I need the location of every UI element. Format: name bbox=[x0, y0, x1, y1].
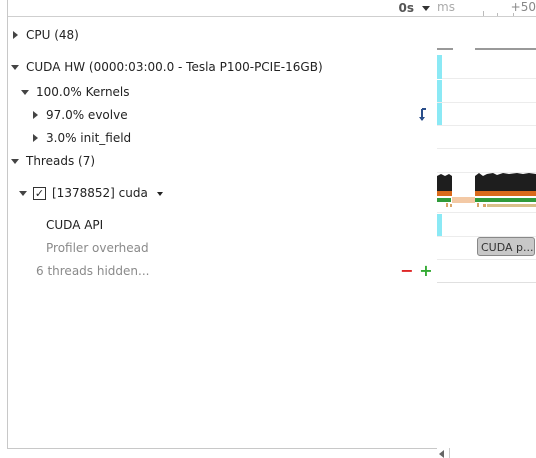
hide-thread-button[interactable]: − bbox=[400, 261, 414, 281]
nsight-systems-timeline-view: 0s CPU (48) CUDA HW (0000:03:00.0 - Tesl… bbox=[0, 0, 536, 458]
track-separator bbox=[437, 125, 536, 126]
tree-row-cuda-api[interactable]: CUDA API bbox=[8, 215, 438, 235]
tree-row-profiler-overhead[interactable]: Profiler overhead bbox=[8, 238, 438, 258]
cuda-hw-kernel-marker[interactable] bbox=[437, 55, 442, 79]
track-separator bbox=[437, 212, 536, 213]
timeline-track-area[interactable]: ms +50 CUDA p... bbox=[437, 0, 536, 448]
track-separator bbox=[437, 148, 536, 149]
time-origin-label: 0s bbox=[398, 1, 415, 15]
tree-row-kernels-label: 100.0% Kernels bbox=[36, 85, 130, 99]
jump-to-kernel-icon[interactable] bbox=[418, 105, 430, 125]
ruler-tick bbox=[483, 11, 484, 16]
tree-row-thread-cuda-label: [1378852] cuda bbox=[52, 186, 148, 200]
evolve-track-marker[interactable] bbox=[437, 103, 442, 125]
scrollbar-divider bbox=[449, 448, 450, 458]
thread-activity-graph[interactable] bbox=[437, 172, 536, 212]
caret-down-icon[interactable] bbox=[18, 183, 28, 203]
ruler-unit-label: ms bbox=[437, 0, 455, 14]
kernels-track-marker[interactable] bbox=[437, 80, 442, 102]
chevron-down-icon[interactable] bbox=[156, 183, 166, 203]
tree-row-threads-label: Threads (7) bbox=[26, 154, 96, 168]
tree-row-hidden-threads: 6 threads hidden... − + bbox=[8, 261, 438, 281]
tree-header: 0s bbox=[8, 0, 438, 17]
tree-row-cpu-label: CPU (48) bbox=[26, 28, 79, 42]
tree-row-cpu[interactable]: CPU (48) bbox=[8, 25, 438, 45]
tree-row-cuda-hw-label: CUDA HW (0000:03:00.0 - Tesla P100-PCIE-… bbox=[26, 60, 323, 74]
caret-right-icon[interactable] bbox=[10, 25, 20, 45]
track-separator bbox=[437, 78, 536, 79]
ruler-tick bbox=[497, 13, 498, 16]
tree-row-cuda-api-label: CUDA API bbox=[46, 218, 104, 232]
tree-row-evolve-label: 97.0% evolve bbox=[46, 108, 128, 122]
horizontal-scrollbar[interactable] bbox=[437, 448, 536, 458]
caret-down-icon[interactable] bbox=[20, 82, 30, 102]
timeline-tree-panel: 0s CPU (48) CUDA HW (0000:03:00.0 - Tesl… bbox=[7, 0, 438, 449]
scroll-left-arrow-icon[interactable] bbox=[439, 450, 444, 458]
track-separator bbox=[437, 259, 536, 260]
thread-visibility-checkbox[interactable]: ✓ bbox=[33, 187, 46, 200]
tree-row-profiler-overhead-label: Profiler overhead bbox=[46, 241, 149, 255]
time-format-dropdown-icon[interactable] bbox=[420, 0, 432, 16]
tree-row-cuda-hw[interactable]: CUDA HW (0000:03:00.0 - Tesla P100-PCIE-… bbox=[8, 57, 438, 77]
ruler-tick bbox=[513, 13, 514, 16]
cpu-track bbox=[437, 48, 536, 50]
tree-row-init-field-label: 3.0% init_field bbox=[46, 131, 132, 145]
caret-down-icon[interactable] bbox=[10, 151, 20, 171]
hidden-threads-label: 6 threads hidden... bbox=[36, 264, 150, 278]
track-separator bbox=[437, 282, 536, 283]
ruler-value-label: +50 bbox=[510, 0, 536, 14]
tree-row-thread-cuda[interactable]: ✓ [1378852] cuda bbox=[8, 183, 438, 203]
tree-row-kernels[interactable]: 100.0% Kernels bbox=[8, 82, 438, 102]
cuda-api-track-marker[interactable] bbox=[437, 214, 442, 236]
show-thread-button[interactable]: + bbox=[419, 261, 433, 281]
caret-right-icon[interactable] bbox=[30, 128, 40, 148]
tree-row-threads[interactable]: Threads (7) bbox=[8, 151, 438, 171]
time-ruler: ms +50 bbox=[437, 0, 536, 17]
tree-row-init-field[interactable]: 3.0% init_field bbox=[8, 128, 438, 148]
caret-right-icon[interactable] bbox=[30, 105, 40, 125]
cuda-api-event-badge[interactable]: CUDA p... bbox=[477, 237, 535, 256]
tree-row-evolve[interactable]: 97.0% evolve bbox=[8, 105, 438, 125]
caret-down-icon[interactable] bbox=[10, 57, 20, 77]
track-separator bbox=[437, 102, 536, 103]
